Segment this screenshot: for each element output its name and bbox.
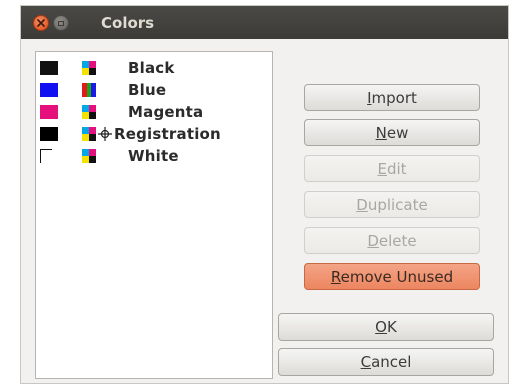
color-swatch	[40, 105, 58, 119]
new-button[interactable]: New	[304, 119, 480, 146]
process-color-icon	[82, 61, 96, 75]
remove-unused-button-label: Remove Unused	[330, 267, 454, 286]
close-window-button[interactable]	[33, 15, 49, 31]
color-name: Blue	[128, 81, 167, 99]
edit-button-label: Edit	[377, 159, 407, 178]
color-list[interactable]: Black Blue Magenta Registration White	[35, 51, 273, 379]
window-title: Colors	[101, 14, 155, 32]
color-swatch	[40, 149, 52, 163]
minimize-icon	[58, 20, 64, 26]
delete-button[interactable]: Delete	[304, 227, 480, 254]
minimize-window-button[interactable]	[53, 15, 69, 31]
ok-button[interactable]: OK	[278, 313, 494, 341]
colors-dialog: Colors Black Blue Magenta Registration W…	[20, 5, 509, 384]
color-name: White	[128, 147, 179, 165]
color-list-item-blue[interactable]: Blue	[36, 80, 272, 102]
title-bar[interactable]: Colors	[21, 6, 508, 39]
cancel-button-label: Cancel	[360, 353, 412, 371]
import-button-label: Import	[367, 88, 417, 107]
new-button-label: New	[375, 123, 409, 142]
color-list-item-white[interactable]: White	[36, 146, 272, 168]
registration-mark-icon	[98, 127, 112, 141]
color-swatch	[40, 127, 58, 141]
delete-button-label: Delete	[367, 231, 417, 250]
edit-button[interactable]: Edit	[304, 155, 480, 182]
color-list-item-black[interactable]: Black	[36, 58, 272, 80]
import-button[interactable]: Import	[304, 84, 480, 111]
color-swatch	[40, 83, 58, 97]
process-color-icon	[82, 127, 96, 141]
color-name: Black	[128, 59, 175, 77]
color-list-item-magenta[interactable]: Magenta	[36, 102, 272, 124]
color-list-item-registration[interactable]: Registration	[36, 124, 272, 146]
process-color-icon	[82, 149, 96, 163]
duplicate-button[interactable]: Duplicate	[304, 191, 480, 218]
spot-color-icon	[82, 83, 96, 97]
remove-unused-button[interactable]: Remove Unused	[304, 263, 480, 290]
duplicate-button-label: Duplicate	[356, 195, 428, 214]
process-color-icon	[82, 105, 96, 119]
color-name: Magenta	[128, 103, 204, 121]
color-name: Registration	[114, 125, 221, 143]
cancel-button[interactable]: Cancel	[278, 348, 494, 376]
ok-button-label: OK	[375, 318, 397, 336]
color-swatch	[40, 61, 58, 75]
close-icon	[37, 19, 45, 27]
